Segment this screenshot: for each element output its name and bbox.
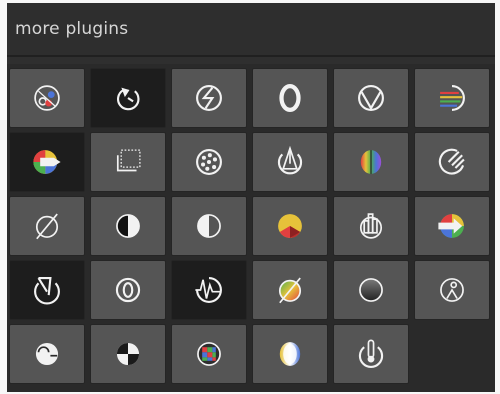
- more-plugins-panel: more plugins: [7, 3, 495, 392]
- plugin-button-gradient-circle[interactable]: [333, 260, 409, 320]
- bubble-circle-icon: [35, 342, 59, 366]
- plugin-button-levels[interactable]: [333, 196, 409, 256]
- plugin-button-color-sphere[interactable]: [333, 132, 409, 192]
- plugin-button-compass[interactable]: [252, 132, 328, 192]
- plugin-button-rgb-pixels[interactable]: [171, 324, 247, 384]
- lens-icon: [115, 277, 141, 303]
- dots-circle-icon: [196, 149, 222, 175]
- half-white-icon: [197, 214, 221, 238]
- plugin-button-colorbalance[interactable]: [9, 68, 85, 128]
- plugin-button-distortion[interactable]: [9, 260, 85, 320]
- plugin-button-dots-circle[interactable]: [171, 132, 247, 192]
- plugin-button-person-circle[interactable]: [414, 260, 490, 320]
- thermometer-icon: [358, 339, 384, 369]
- color-cube-icon: [278, 214, 302, 238]
- plugin-button-colored-slash[interactable]: [252, 260, 328, 320]
- distortion-icon: [34, 277, 60, 305]
- brush-strokes-icon: [438, 148, 465, 175]
- plugin-button-frame[interactable]: [90, 132, 166, 192]
- plugin-button-crop[interactable]: [171, 68, 247, 128]
- plugin-button-filmic[interactable]: [333, 68, 409, 128]
- person-circle-icon: [440, 278, 464, 302]
- plugin-button-color-lines[interactable]: [414, 68, 490, 128]
- plugin-button-quarter-circle[interactable]: [90, 324, 166, 384]
- crop-icon: [196, 85, 222, 111]
- color-sphere-icon: [360, 150, 382, 174]
- contrast-icon: [279, 83, 301, 113]
- rotation-icon: [117, 87, 140, 111]
- plugin-button-rainbow-arrow-right[interactable]: [414, 196, 490, 256]
- plugin-button-rainbow-arrow[interactable]: [9, 132, 85, 192]
- plugin-button-half-white[interactable]: [171, 196, 247, 256]
- rgb-pixels-icon: [197, 342, 221, 366]
- plugin-button-waveform[interactable]: [171, 260, 247, 320]
- gradient-circle-icon: [359, 278, 383, 302]
- plugin-button-lens[interactable]: [90, 260, 166, 320]
- plugin-button-color-cube[interactable]: [252, 196, 328, 256]
- plugin-button-bubble-circle[interactable]: [9, 324, 85, 384]
- colorbalance-icon: [34, 85, 60, 111]
- colored-slash-icon: [278, 277, 302, 304]
- filmic-icon: [358, 85, 384, 111]
- soft-glow-icon: [279, 342, 301, 366]
- plugin-button-thermometer[interactable]: [333, 324, 409, 384]
- frame-icon: [116, 149, 141, 172]
- plugin-button-empty-set[interactable]: [9, 196, 85, 256]
- color-lines-icon: [440, 85, 465, 111]
- plugin-button-half-black[interactable]: [90, 196, 166, 256]
- rainbow-arrow-right-icon: [438, 214, 464, 238]
- panel-title: more plugins: [15, 19, 129, 39]
- plugin-button-contrast[interactable]: [252, 68, 328, 128]
- empty-set-icon: [35, 213, 59, 240]
- quarter-circle-icon: [116, 342, 140, 366]
- half-black-icon: [116, 214, 140, 238]
- plugin-button-soft-glow[interactable]: [252, 324, 328, 384]
- plugin-button-rotation[interactable]: [90, 68, 166, 128]
- plugin-button-brush-strokes[interactable]: [414, 132, 490, 192]
- compass-icon: [277, 145, 303, 175]
- levels-icon: [359, 213, 383, 239]
- rainbow-arrow-icon: [33, 150, 61, 174]
- plugin-grid: [7, 64, 495, 392]
- waveform-icon: [195, 277, 222, 303]
- panel-header[interactable]: more plugins: [7, 3, 495, 57]
